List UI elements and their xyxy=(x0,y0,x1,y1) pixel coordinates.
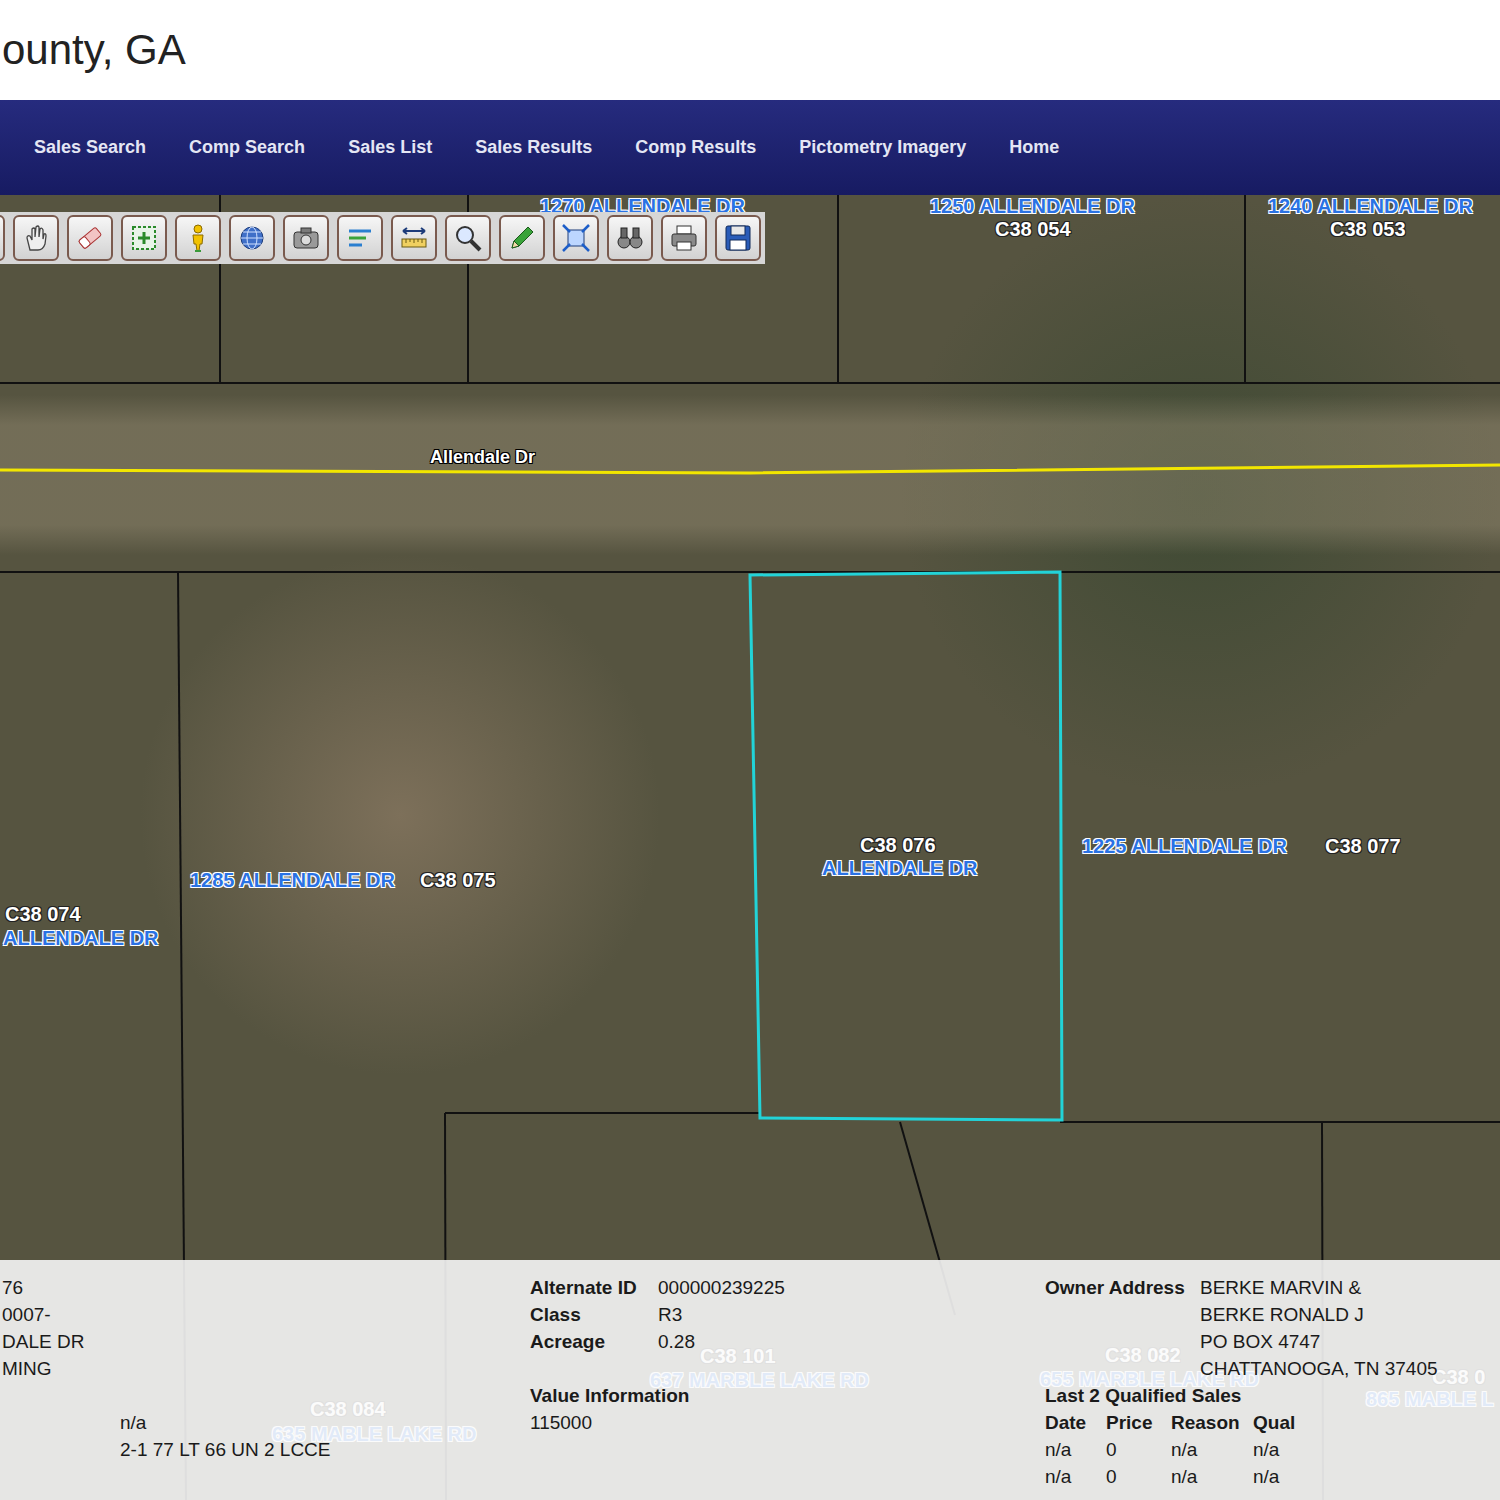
nav-bar: Sales Search Comp Search Sales List Sales R… xyxy=(0,100,1500,195)
sales-column: Qual xyxy=(1253,1409,1500,1436)
tool-button[interactable] xyxy=(391,215,437,261)
tool-button[interactable] xyxy=(13,215,59,261)
field-label: Acreage xyxy=(530,1328,658,1355)
tool-button[interactable] xyxy=(553,215,599,261)
value-heading: Value Information xyxy=(530,1382,1045,1409)
tool-button[interactable] xyxy=(337,215,383,261)
map-label[interactable]: 1285 ALLENDALE DR xyxy=(190,869,395,891)
tool-button[interactable] xyxy=(499,215,545,261)
tool-button[interactable] xyxy=(283,215,329,261)
tool-button[interactable] xyxy=(67,215,113,261)
tool-button[interactable] xyxy=(175,215,221,261)
map-label[interactable]: C38 076 xyxy=(860,834,936,856)
sales-table: DatePriceReasonQualn/a0n/an/an/a0n/an/a xyxy=(1045,1409,1500,1490)
summary-line: 76 xyxy=(2,1274,530,1301)
sales-column: Price xyxy=(1106,1409,1171,1436)
map-label[interactable]: C38 054 xyxy=(995,218,1071,240)
owner-line: BERKE MARVIN & xyxy=(1200,1274,1500,1301)
nav-item[interactable]: Sales List xyxy=(348,137,432,158)
parcel-summary: 760007-DALE DRMING n/a2-1 77 LT 66 UN 2 L… xyxy=(0,1274,530,1500)
sales-column: Reason xyxy=(1171,1409,1253,1436)
page: ounty, GA Sales Search Comp Search Sales Li… xyxy=(0,0,1500,1500)
field-value: 000000239225 xyxy=(658,1274,1045,1301)
eraser-icon xyxy=(74,222,106,254)
map-label[interactable]: C38 074 xyxy=(5,903,81,925)
field-value: R3 xyxy=(658,1301,1045,1328)
sales-cell: n/a xyxy=(1171,1463,1253,1490)
tool-button[interactable] xyxy=(0,215,5,261)
tool-button[interactable] xyxy=(445,215,491,261)
nav-item[interactable]: Sales Results xyxy=(475,137,592,158)
map-label[interactable]: 1240 ALLENDALE DR xyxy=(1268,195,1473,217)
select-icon xyxy=(128,222,160,254)
summary-line: DALE DR xyxy=(2,1328,530,1355)
extent-icon xyxy=(560,222,592,254)
summary-value: n/a xyxy=(120,1409,530,1436)
map-toolbar xyxy=(0,212,765,264)
sales-cell: 0 xyxy=(1106,1436,1171,1463)
road-line xyxy=(0,465,1500,473)
nav-item[interactable]: Comp Results xyxy=(635,137,756,158)
tool-button[interactable] xyxy=(661,215,707,261)
hand-icon xyxy=(20,222,52,254)
sales-cell: 0 xyxy=(1106,1463,1171,1490)
nav-item[interactable]: Comp Search xyxy=(189,137,305,158)
sales-cell: n/a xyxy=(1171,1436,1253,1463)
map-view[interactable]: 1270 ALLENDALE DR1250 ALLENDALE DRC38 05… xyxy=(0,195,1500,1500)
tool-button[interactable] xyxy=(715,215,761,261)
sales-heading: Last 2 Qualified Sales xyxy=(1045,1382,1500,1409)
parcel-details: Alternate ID000000239225ClassR3Acreage0.… xyxy=(530,1274,1045,1500)
owner-line: PO BOX 4747 xyxy=(1200,1328,1500,1355)
measure-icon xyxy=(398,222,430,254)
owner-line: BERKE RONALD J xyxy=(1200,1301,1500,1328)
tool-button[interactable] xyxy=(121,215,167,261)
map-label[interactable]: C38 077 xyxy=(1325,835,1401,857)
sales-cell: n/a xyxy=(1045,1436,1106,1463)
map-label[interactable]: Allendale Dr xyxy=(430,446,535,468)
tool-button[interactable] xyxy=(229,215,275,261)
map-label[interactable]: ALLENDALE DR xyxy=(3,927,159,949)
summary-value: 2-1 77 LT 66 UN 2 LCCE xyxy=(120,1436,530,1463)
sales-cell: n/a xyxy=(1045,1463,1106,1490)
field-label: Alternate ID xyxy=(530,1274,658,1301)
zoom-icon xyxy=(452,222,484,254)
nav-item[interactable]: Sales Search xyxy=(34,137,146,158)
value-amount: 115000 xyxy=(530,1409,1045,1436)
owner-line: CHATTANOOGA, TN 37405 xyxy=(1200,1355,1500,1382)
camera-icon xyxy=(290,222,322,254)
field-value: 0.28 xyxy=(658,1328,1045,1355)
site-header: ounty, GA xyxy=(0,0,1500,100)
summary-line: 0007- xyxy=(2,1301,530,1328)
sales-column: Date xyxy=(1045,1409,1106,1436)
owner-details: Owner AddressBERKE MARVIN &BERKE RONALD … xyxy=(1045,1274,1500,1500)
field-label: Class xyxy=(530,1301,658,1328)
print-icon xyxy=(668,222,700,254)
pencil-icon xyxy=(506,222,538,254)
nav-item[interactable]: Home xyxy=(1009,137,1059,158)
sales-cell: n/a xyxy=(1253,1436,1500,1463)
map-label[interactable]: 1225 ALLENDALE DR xyxy=(1082,835,1287,857)
parcel-info-panel: 760007-DALE DRMINGn/a2-1 77 LT 66 UN 2 L… xyxy=(0,1260,1500,1500)
pegman-icon xyxy=(182,222,214,254)
map-label[interactable]: C38 053 xyxy=(1330,218,1406,240)
layers-icon xyxy=(344,222,376,254)
sales-cell: n/a xyxy=(1253,1463,1500,1490)
globe-icon xyxy=(236,222,268,254)
map-label[interactable]: ALLENDALE DR xyxy=(822,857,978,879)
save-icon xyxy=(722,222,754,254)
binoculars-icon xyxy=(614,222,646,254)
tool-button[interactable] xyxy=(607,215,653,261)
map-label[interactable]: C38 075 xyxy=(420,869,496,891)
owner-label: Owner Address xyxy=(1045,1274,1200,1382)
map-label[interactable]: 1250 ALLENDALE DR xyxy=(930,195,1135,217)
summary-line: MING xyxy=(2,1355,530,1382)
nav-item[interactable]: Pictometry Imagery xyxy=(799,137,966,158)
site-title: ounty, GA xyxy=(0,26,186,74)
selected-parcel-outline[interactable] xyxy=(750,572,1062,1120)
